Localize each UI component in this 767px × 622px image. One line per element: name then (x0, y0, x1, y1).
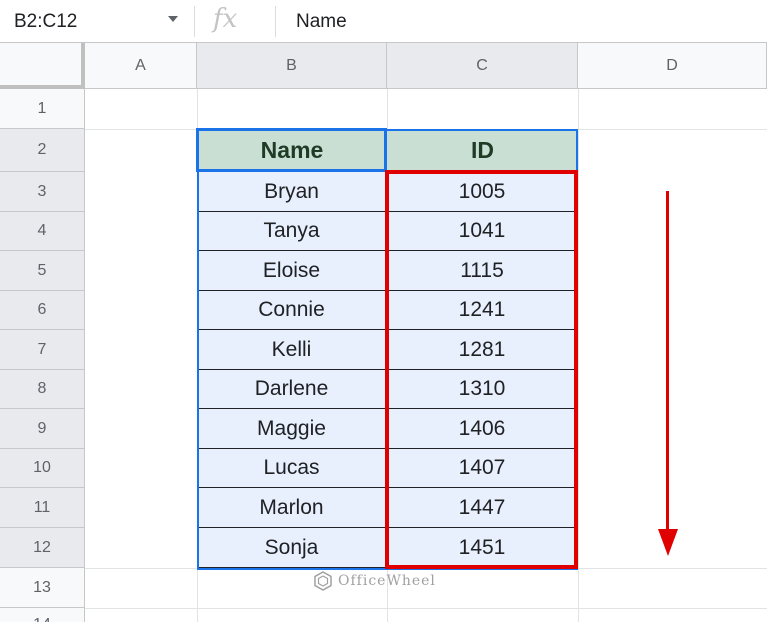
name-cell[interactable]: Eloise (197, 251, 387, 291)
row-header-6[interactable]: 6 (0, 291, 85, 330)
column-header-c[interactable]: C (387, 43, 578, 89)
row-header-11[interactable]: 11 (0, 488, 85, 528)
name-cell[interactable]: Kelli (197, 330, 387, 370)
name-cell[interactable]: Marlon (197, 488, 387, 528)
row-header-13[interactable]: 13 (0, 568, 85, 608)
id-cell[interactable]: 1005 (387, 172, 578, 212)
select-all-corner[interactable] (0, 43, 85, 89)
name-cell[interactable]: Bryan (197, 172, 387, 212)
fx-icon: fx (213, 4, 238, 34)
id-cell[interactable]: 1406 (387, 409, 578, 449)
name-box[interactable]: B2:C12 (0, 0, 190, 43)
row-header-12[interactable]: 12 (0, 528, 85, 568)
officewheel-logo-icon (314, 571, 332, 591)
row-header-14[interactable]: 14 (0, 608, 85, 622)
divider (194, 6, 195, 37)
header-cell-name[interactable]: Name (197, 129, 387, 172)
id-cell[interactable]: 1241 (387, 291, 578, 330)
name-cell[interactable]: Darlene (197, 370, 387, 409)
chevron-down-icon[interactable] (168, 16, 178, 22)
row-header-4[interactable]: 4 (0, 212, 85, 251)
arrow-head-icon (658, 529, 678, 556)
gridline (85, 568, 767, 569)
id-cell[interactable]: 1451 (387, 528, 578, 568)
watermark-text: OfficeWheel (338, 573, 436, 589)
row-header-9[interactable]: 9 (0, 409, 85, 449)
column-header-b[interactable]: B (197, 43, 387, 89)
id-cell[interactable]: 1447 (387, 488, 578, 528)
name-cell[interactable]: Tanya (197, 212, 387, 251)
id-cell[interactable]: 1407 (387, 449, 578, 488)
row-header-1[interactable]: 1 (0, 89, 85, 129)
down-arrow-icon (666, 191, 669, 533)
id-cell[interactable]: 1281 (387, 330, 578, 370)
id-cell[interactable]: 1115 (387, 251, 578, 291)
column-header-a[interactable]: A (85, 43, 197, 89)
name-cell[interactable]: Lucas (197, 449, 387, 488)
row-header-7[interactable]: 7 (0, 330, 85, 370)
gridline (85, 608, 767, 609)
header-cell-id[interactable]: ID (387, 129, 578, 172)
divider (275, 6, 276, 37)
row-header-3[interactable]: 3 (0, 172, 85, 212)
sheet-grid: A B C D 1 2 3 4 5 6 7 8 9 10 11 12 13 14… (0, 43, 767, 622)
gridline (578, 89, 579, 622)
row-header-8[interactable]: 8 (0, 370, 85, 409)
id-cell[interactable]: 1041 (387, 212, 578, 251)
row-header-5[interactable]: 5 (0, 251, 85, 291)
name-cell[interactable]: Connie (197, 291, 387, 330)
name-box-value[interactable]: B2:C12 (14, 11, 77, 33)
column-header-d[interactable]: D (578, 43, 767, 89)
row-header-2[interactable]: 2 (0, 129, 85, 172)
formula-input[interactable]: Name (296, 11, 347, 33)
formula-bar: B2:C12 fx Name (0, 0, 767, 43)
name-cell[interactable]: Sonja (197, 528, 387, 568)
watermark: OfficeWheel (313, 571, 436, 591)
row-header-10[interactable]: 10 (0, 449, 85, 488)
id-cell[interactable]: 1310 (387, 370, 578, 409)
name-cell[interactable]: Maggie (197, 409, 387, 449)
